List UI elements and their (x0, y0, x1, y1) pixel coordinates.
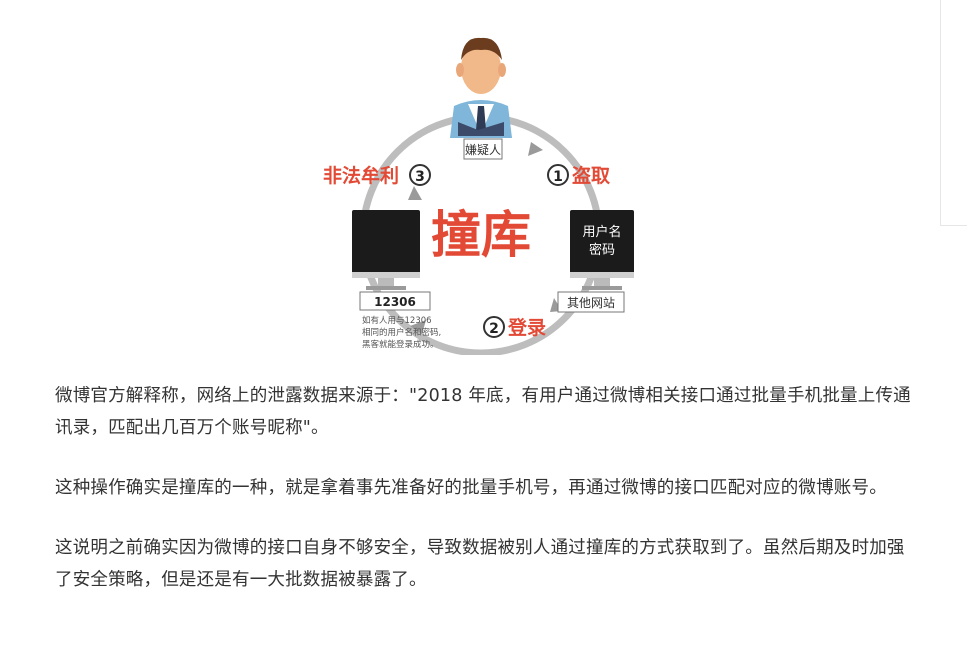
other-sites-label: 其他网站 (567, 296, 615, 310)
suspect-person-icon (450, 37, 512, 138)
arrow-icon (408, 186, 422, 200)
center-title: 撞库 (431, 206, 531, 264)
suspect-label: 嫌疑人 (465, 142, 501, 157)
credential-stuffing-diagram: 嫌疑人 撞库 非法牟利 3 1 盗取 用户名 密码 其他网站 12306 如有人… (318, 30, 640, 355)
arrow-icon (528, 142, 543, 156)
note-line1: 如有人用与12306 (362, 315, 432, 326)
article-paragraph: 这种操作确实是撞库的一种，就是拿着事先准备好的批量手机号，再通过微博的接口匹配对… (55, 478, 887, 498)
step2-label: 登录 (507, 316, 546, 339)
article-body: 微博官方解释称，网络上的泄露数据来源于："2018 年底，有用户通过微博相关接口… (55, 380, 920, 624)
credentials-line2: 密码 (589, 242, 615, 258)
step1-label: 盗取 (572, 164, 610, 187)
svg-text:1: 1 (553, 169, 563, 185)
target-site-label: 12306 (374, 295, 416, 309)
step3-label: 非法牟利 (323, 164, 399, 187)
svg-text:2: 2 (489, 321, 499, 337)
left-monitor-icon (352, 210, 420, 290)
credentials-line1: 用户名 (582, 224, 621, 240)
note-line2: 相同的用户名和密码, (362, 327, 441, 338)
right-sidebar-panel (940, 0, 967, 226)
article-paragraph: 这说明之前确实因为微博的接口自身不够安全，导致数据被别人通过撞库的方式获取到了。… (55, 538, 905, 590)
article-paragraph: 微博官方解释称，网络上的泄露数据来源于："2018 年底，有用户通过微博相关接口… (55, 386, 911, 438)
svg-text:3: 3 (415, 169, 425, 185)
note-line3: 黑客就能登录成功。 (362, 339, 439, 350)
